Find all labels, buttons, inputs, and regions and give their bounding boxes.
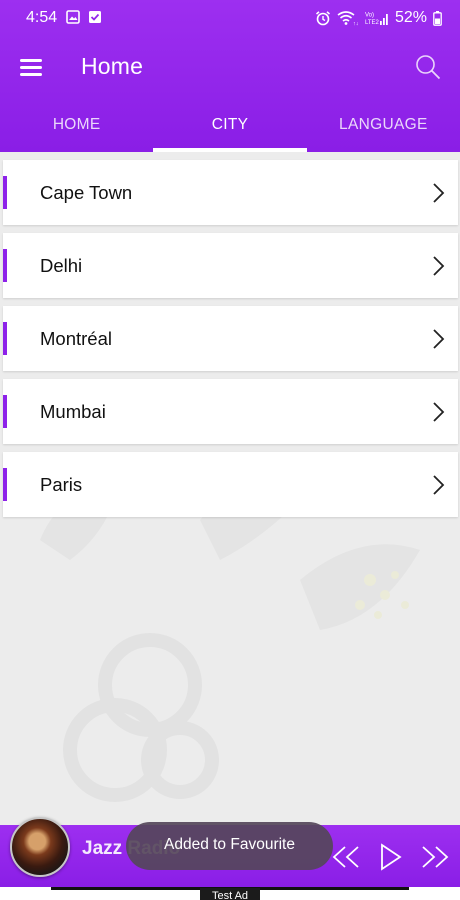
ad-banner[interactable]: Test Ad [0,887,460,900]
rewind-icon[interactable] [331,843,361,871]
status-time: 4:54 [26,9,58,26]
chevron-right-icon [433,402,445,422]
battery-percent: 52% [394,9,427,26]
image-icon [66,10,80,24]
accent-bar [3,395,7,428]
tab-city[interactable]: CITY [153,98,307,152]
city-label: Paris [40,474,83,495]
wifi-icon: ↑↓ [337,11,359,26]
chevron-right-icon [433,183,445,203]
signal-icon: Vo) LTE2 [365,13,388,26]
battery-icon [433,10,442,26]
city-item-paris[interactable]: Paris [3,452,458,517]
city-list: Cape Town Delhi Montréal Mumbai Paris [3,160,458,525]
header: 4:54 ↑↓ Vo) LTE2 52% Home HOME CITY LANG… [0,0,460,152]
city-item-cape-town[interactable]: Cape Town [3,160,458,225]
page-title: Home [81,53,144,79]
city-label: Mumbai [40,401,106,422]
status-bar: 4:54 ↑↓ Vo) LTE2 52% [0,0,460,36]
accent-bar [3,249,7,282]
city-item-mumbai[interactable]: Mumbai [3,379,458,444]
chevron-right-icon [433,256,445,276]
chevron-right-icon [433,475,445,495]
chevron-right-icon [433,329,445,349]
accent-bar [3,176,7,209]
toast-message: Added to Favourite [126,822,333,870]
city-label: Delhi [40,255,83,276]
fast-forward-icon[interactable] [420,843,450,871]
alarm-icon [315,11,330,26]
play-icon[interactable] [376,843,406,871]
accent-bar [3,468,7,501]
city-label: Cape Town [40,182,133,203]
tab-language[interactable]: LANGUAGE [307,98,460,152]
check-icon [89,11,101,23]
accent-bar [3,322,7,355]
station-artwork[interactable] [10,817,70,877]
hamburger-menu-icon[interactable] [16,52,46,82]
city-item-montreal[interactable]: Montréal [3,306,458,371]
search-icon[interactable] [414,53,442,81]
ad-label: Test Ad [200,888,260,900]
svg-text:LTE2: LTE2 [365,20,380,26]
svg-text:↑↓: ↑↓ [353,21,359,26]
svg-text:Vo): Vo) [365,13,374,19]
city-label: Montréal [40,328,112,349]
app-bar: Home [0,36,460,98]
city-item-delhi[interactable]: Delhi [3,233,458,298]
tab-bar: HOME CITY LANGUAGE [0,98,460,152]
tab-home[interactable]: HOME [0,98,153,152]
